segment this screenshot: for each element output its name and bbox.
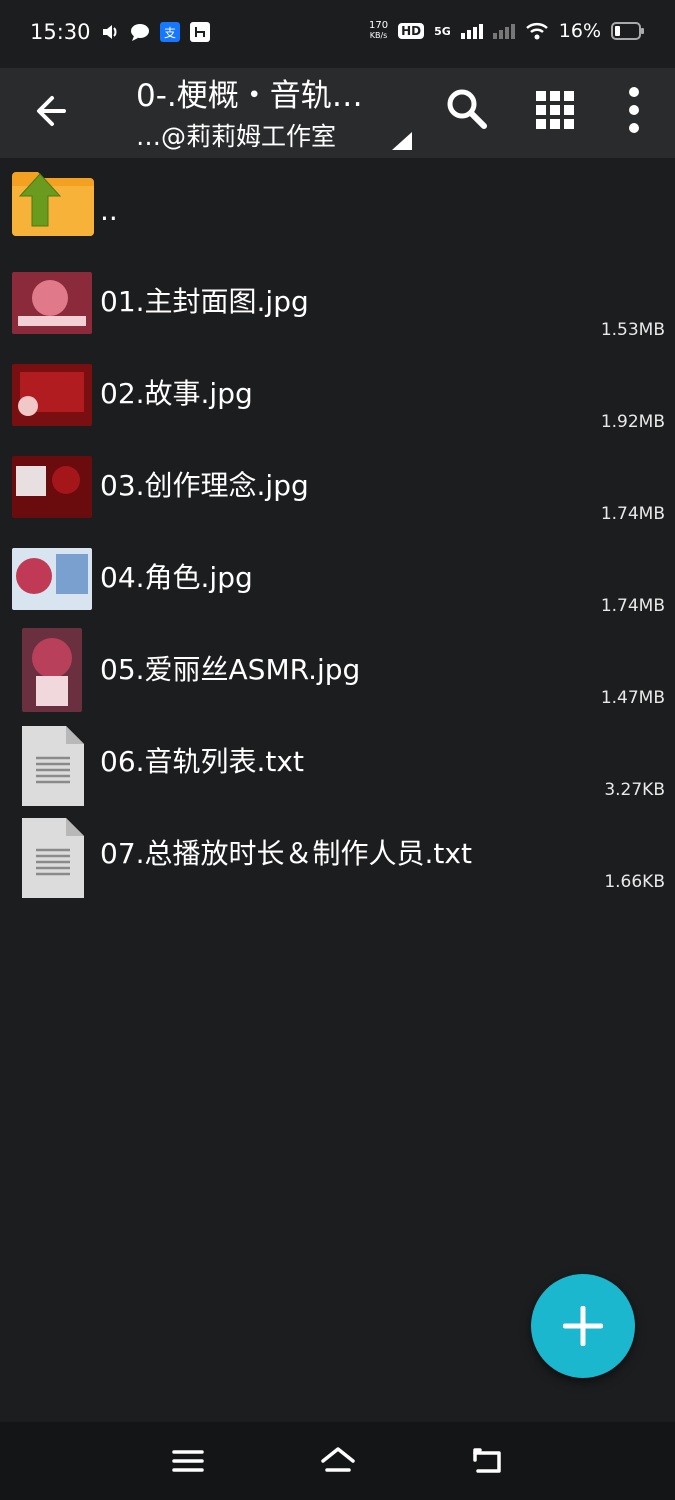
file-size: 1.92MB [600, 412, 665, 432]
battery-percent: 16% [558, 20, 601, 42]
net-speed-value: 170 [368, 20, 389, 31]
folder-title: 0-.梗概・音轨… [136, 78, 363, 114]
grid-view-icon[interactable] [527, 82, 583, 138]
status-system-icons: 170 KB/s HD 5G 16% [369, 20, 645, 42]
battery-icon [611, 22, 644, 40]
chat-bubble-icon [131, 24, 149, 41]
file-row[interactable]: 06.音轨列表.txt 3.27KB [0, 718, 675, 810]
volume-icon [103, 25, 117, 39]
hd-badge: HD [398, 23, 425, 39]
file-name: 03.创作理念.jpg [100, 469, 309, 502]
image-thumbnail [12, 272, 92, 334]
image-thumbnail [12, 548, 92, 610]
alipay-icon: 支 [160, 22, 180, 42]
image-thumbnail [12, 456, 92, 518]
image-thumbnail [12, 364, 92, 426]
parent-dir-label: .. [100, 194, 118, 227]
back-arrow-icon[interactable] [28, 86, 78, 136]
file-name: 02.故事.jpg [100, 377, 253, 410]
file-name: 01.主封面图.jpg [100, 285, 309, 318]
file-row[interactable]: 01.主封面图.jpg 1.53MB [0, 258, 675, 350]
file-row[interactable]: 07.总播放时长＆制作人员.txt 1.66KB [0, 810, 675, 902]
folder-up-icon [12, 172, 94, 236]
image-thumbnail [22, 628, 82, 712]
file-name: 04.角色.jpg [100, 561, 253, 594]
parent-dir-row[interactable]: .. [0, 158, 675, 258]
file-list: .. 01.主封面图.jpg 1.53MB 02.故事.jpg 1.92MB 0… [0, 158, 675, 902]
file-row[interactable]: 04.角色.jpg 1.74MB [0, 534, 675, 626]
file-size: 1.74MB [600, 504, 665, 524]
file-size: 1.74MB [600, 596, 665, 616]
net-speed: 170 KB/s [369, 21, 388, 41]
net-speed-unit: KB/s [369, 31, 388, 40]
wifi-icon [525, 23, 548, 40]
app-icon [190, 22, 210, 42]
file-name: 07.总播放时长＆制作人员.txt [100, 837, 472, 870]
more-vert-icon[interactable] [608, 82, 664, 138]
app-bar: 0-.梗概・音轨… …@莉莉姆工作室 [0, 68, 675, 158]
add-icon [563, 1306, 603, 1346]
search-icon[interactable] [440, 82, 496, 138]
file-size: 1.66KB [604, 872, 665, 892]
status-time: 15:30 [30, 20, 91, 44]
dropdown-triangle-icon[interactable] [392, 132, 412, 150]
text-file-icon [22, 818, 84, 898]
status-notification-icons: 支 [100, 22, 210, 42]
home-icon[interactable] [320, 1444, 356, 1478]
file-row[interactable]: 05.爱丽丝ASMR.jpg 1.47MB [0, 626, 675, 718]
file-size: 1.47MB [600, 688, 665, 708]
signal-2-icon [492, 24, 515, 39]
text-file-icon [22, 726, 84, 806]
network-5g: 5G [434, 24, 451, 38]
svg-text:支: 支 [164, 26, 176, 40]
file-size: 1.53MB [600, 320, 665, 340]
status-bar: 15:30 支 170 KB/s HD 5G 16% [0, 0, 675, 68]
system-nav-bar [0, 1422, 675, 1500]
path-title-dropdown[interactable]: 0-.梗概・音轨… …@莉莉姆工作室 [136, 70, 426, 153]
file-size: 3.27KB [604, 780, 665, 800]
back-nav-icon[interactable] [470, 1444, 506, 1478]
menu-icon[interactable] [170, 1444, 206, 1478]
signal-icon [460, 24, 483, 39]
folder-subtitle: …@莉莉姆工作室 [136, 122, 337, 151]
file-row[interactable]: 02.故事.jpg 1.92MB [0, 350, 675, 442]
file-row[interactable]: 03.创作理念.jpg 1.74MB [0, 442, 675, 534]
add-fab-button[interactable] [531, 1274, 635, 1378]
file-name: 05.爱丽丝ASMR.jpg [100, 653, 361, 686]
file-name: 06.音轨列表.txt [100, 745, 304, 778]
